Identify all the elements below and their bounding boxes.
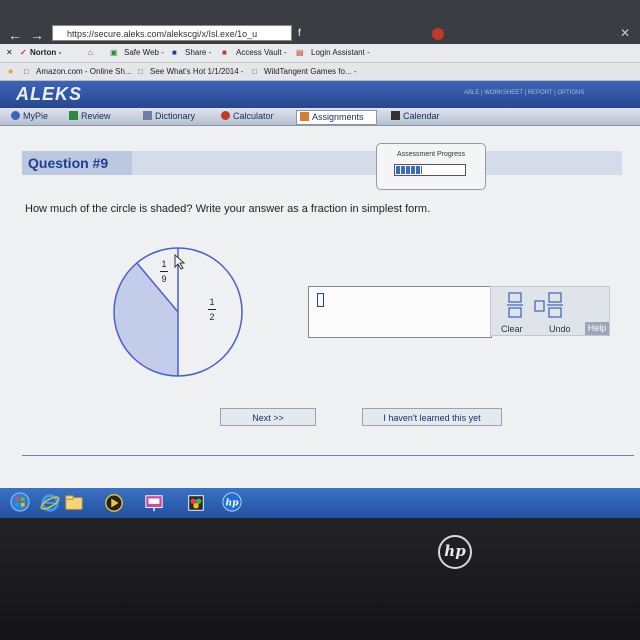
laptop-bezel	[0, 518, 640, 640]
dictionary-icon	[143, 111, 152, 120]
favorite-wildtangent[interactable]: WildTangent Games fo... -	[264, 67, 356, 76]
next-button[interactable]: Next >>	[220, 408, 316, 426]
back-icon[interactable]: ←	[8, 27, 22, 43]
page-icon: □	[138, 67, 143, 76]
fraction-template-icon[interactable]	[505, 291, 525, 319]
fraction-bar	[160, 271, 168, 272]
start-button-icon[interactable]	[10, 492, 30, 512]
favorite-amazon[interactable]: Amazon.com - Online Sh...	[36, 67, 132, 76]
toolbar-share[interactable]: Share -	[185, 48, 211, 57]
help-button[interactable]: Help	[585, 322, 609, 335]
login-icon: ▤	[296, 48, 304, 57]
svg-text:hp: hp	[225, 497, 239, 508]
mouse-cursor-icon	[174, 254, 186, 270]
home-icon[interactable]: ⌂	[88, 48, 93, 57]
progress-title: Assessment Progress	[396, 151, 466, 158]
page-icon: □	[252, 67, 257, 76]
progress-fill	[396, 166, 422, 174]
mixed-number-icon[interactable]	[533, 291, 567, 319]
toolbar-norton[interactable]: Norton -	[30, 48, 61, 57]
menu-calendar[interactable]: Calendar	[388, 110, 451, 123]
fraction-label-one-half: 1 2	[208, 297, 216, 322]
not-learned-button[interactable]: I haven't learned this yet	[362, 408, 502, 426]
menu-mypie[interactable]: MyPie	[8, 110, 61, 123]
fraction-bar	[208, 309, 216, 310]
favorites-bar: ★ □ Amazon.com - Online Sh... □ See What…	[0, 63, 640, 81]
norton-toolbar: ✕ ✓ Norton - ⌂ ▣ Safe Web - ■ Share - ■ …	[0, 44, 640, 63]
file-explorer-icon[interactable]	[64, 493, 84, 513]
clear-button[interactable]: Clear	[501, 324, 523, 334]
answer-tools: Clear Undo Help	[490, 286, 610, 336]
facebook-icon: ■	[172, 48, 177, 57]
record-icon	[432, 28, 444, 40]
favorites-star-icon[interactable]: ★	[7, 67, 14, 76]
divider	[22, 455, 634, 456]
question-text: How much of the circle is shaded? Write …	[25, 203, 431, 215]
toolbar-safe-web[interactable]: Safe Web -	[124, 48, 164, 57]
hp-bezel-logo: hp	[438, 535, 472, 569]
norton-check-icon: ✓	[20, 48, 27, 57]
hp-support-icon[interactable]: hp	[222, 492, 242, 512]
assessment-progress: Assessment Progress	[376, 143, 486, 190]
favorite-whats-hot[interactable]: See What's Hot 1/1/2014 -	[150, 67, 244, 76]
window-close-icon[interactable]: ✕	[620, 26, 630, 40]
answer-cursor	[317, 293, 324, 307]
answer-input[interactable]	[308, 286, 492, 338]
internet-explorer-icon[interactable]	[40, 493, 60, 513]
url-field[interactable]: https://secure.aleks.com/alekscgi/x/Isl.…	[52, 25, 292, 41]
calendar-icon	[391, 111, 400, 120]
question-number: Question #9	[22, 151, 132, 175]
presentation-icon[interactable]	[144, 493, 164, 513]
tab-favicon[interactable]: f	[298, 28, 301, 39]
menu-dictionary[interactable]: Dictionary	[140, 110, 207, 123]
fraction-label-one-ninth: 1 9	[160, 259, 168, 284]
forward-icon[interactable]: →	[30, 27, 44, 43]
toolbar-access-vault[interactable]: Access Vault -	[236, 48, 287, 57]
toolbar-close-icon[interactable]: ✕	[6, 48, 13, 57]
undo-button[interactable]: Undo	[549, 324, 571, 334]
calculator-icon	[221, 111, 230, 120]
progress-track	[394, 164, 466, 176]
assignments-icon	[300, 112, 309, 121]
menu-assignments[interactable]: Assignments	[296, 110, 377, 125]
toolbar-login-assistant[interactable]: Login Assistant -	[311, 48, 370, 57]
laptop-screen: ← → https://secure.aleks.com/alekscgi/x/…	[0, 0, 640, 520]
top-links[interactable]: ABLE | WORKSHEET | REPORT | OPTIONS	[464, 90, 584, 96]
aleks-logo: ALEKS	[16, 84, 83, 104]
games-icon[interactable]	[186, 493, 206, 513]
menu-review[interactable]: Review	[66, 110, 121, 123]
mypie-icon	[11, 111, 20, 120]
vault-icon: ■	[222, 48, 227, 57]
review-icon	[69, 111, 78, 120]
windows-taskbar	[0, 488, 640, 518]
amazon-icon: □	[24, 67, 29, 76]
media-player-icon[interactable]	[104, 493, 124, 513]
safe-web-icon: ▣	[110, 48, 118, 57]
menu-calculator[interactable]: Calculator	[218, 110, 287, 123]
